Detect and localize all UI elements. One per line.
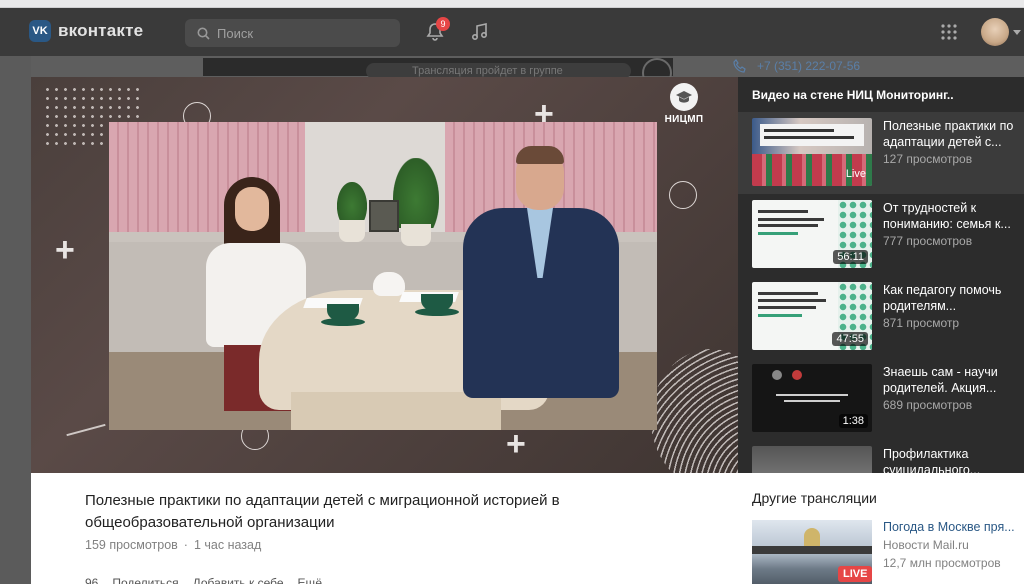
playlist-item-title[interactable]: Полезные практики по адаптации детей с..… bbox=[883, 118, 1021, 150]
playlist-item-title[interactable]: От трудностей к пониманию: семья к... bbox=[883, 200, 1021, 232]
decorative-line bbox=[66, 423, 106, 437]
playlist-item[interactable]: Профилактика суицидального... bbox=[738, 440, 1024, 473]
video-thumbnail[interactable]: 47:55 bbox=[752, 282, 872, 350]
vk-logo-text: вконтакте bbox=[58, 21, 144, 40]
search-icon bbox=[197, 27, 210, 40]
phone-number[interactable]: +7 (351) 222-07-56 bbox=[757, 59, 860, 73]
playlist-title[interactable]: Видео на стене НИЦ Мониторинг.. bbox=[752, 88, 954, 102]
decorative-plus: + bbox=[506, 425, 526, 463]
playlist-item-title[interactable]: Профилактика суицидального... bbox=[883, 446, 1021, 473]
nicmp-brand: НИЦМП bbox=[659, 83, 709, 135]
stream-thumbnail[interactable]: LIVE bbox=[752, 520, 872, 584]
plant-pot bbox=[401, 224, 431, 246]
decorative-arcs bbox=[651, 349, 738, 473]
page-background bbox=[0, 56, 31, 584]
picture-frame bbox=[369, 200, 399, 232]
video-player[interactable]: + + + НИЦМП bbox=[31, 77, 738, 473]
playlist-item-views: 777 просмотров bbox=[883, 234, 973, 248]
vk-logo[interactable]: VK вконтакте bbox=[29, 20, 143, 42]
playlist-item[interactable]: 1:38 Знаешь сам - научи родителей. Акция… bbox=[738, 358, 1024, 440]
video-duration: 56:11 bbox=[833, 250, 868, 264]
playlist-item[interactable]: 47:55 Как педагогу помочь родителям... 8… bbox=[738, 276, 1024, 358]
like-button[interactable]: 96 bbox=[85, 576, 98, 584]
decorative-ring bbox=[669, 181, 697, 209]
plant bbox=[337, 182, 367, 222]
stream-views: 12,7 млн просмотров bbox=[883, 556, 1001, 570]
teapot bbox=[373, 272, 405, 296]
video-duration: 47:55 bbox=[832, 332, 868, 346]
plant bbox=[393, 158, 439, 228]
chevron-down-icon[interactable] bbox=[1013, 30, 1021, 35]
video-thumbnail[interactable]: Live bbox=[752, 118, 872, 186]
video-thumbnail[interactable]: 1:38 bbox=[752, 364, 872, 432]
decorative-plus: + bbox=[55, 231, 75, 269]
other-streams-title: Другие трансляции bbox=[752, 490, 877, 506]
live-label: Live bbox=[845, 168, 866, 180]
stream-source[interactable]: Новости Mail.ru bbox=[883, 538, 969, 552]
video-playlist: Видео на стене НИЦ Мониторинг.. Live Пол… bbox=[738, 77, 1024, 473]
share-button[interactable]: Поделиться bbox=[112, 576, 178, 584]
video-info: Полезные практики по адаптации детей с м… bbox=[31, 473, 738, 584]
vk-logo-icon: VK bbox=[29, 20, 51, 42]
notification-badge: 9 bbox=[436, 17, 450, 31]
video-duration: 1:38 bbox=[838, 414, 868, 428]
video-thumbnail[interactable] bbox=[752, 446, 872, 473]
background-phone: +7 (351) 222-07-56 bbox=[733, 59, 860, 73]
video-thumbnail[interactable]: 56:11 bbox=[752, 200, 872, 268]
playlist-item-title[interactable]: Знаешь сам - научи родителей. Акция... bbox=[883, 364, 1021, 396]
browser-strip bbox=[0, 0, 1024, 8]
cup bbox=[421, 294, 453, 310]
playlist-item-views: 127 просмотров bbox=[883, 152, 973, 166]
video-meta: 159 просмотров · 1 час назад bbox=[85, 538, 261, 552]
video-actions: 96 Поделиться Добавить к себе Ещё bbox=[85, 576, 322, 584]
speaker-man bbox=[461, 146, 621, 430]
video-frame bbox=[109, 122, 657, 430]
apps-grid-icon[interactable] bbox=[940, 23, 958, 41]
video-time: 1 час назад bbox=[193, 538, 262, 552]
playlist-item[interactable]: Live Полезные практики по адаптации дете… bbox=[738, 112, 1024, 194]
cup bbox=[327, 304, 359, 320]
user-avatar[interactable] bbox=[981, 18, 1009, 46]
graduation-cap-icon bbox=[670, 83, 698, 111]
video-views: 159 просмотров bbox=[85, 538, 178, 552]
top-header: VK вконтакте 9 bbox=[0, 8, 1024, 56]
search-input[interactable] bbox=[217, 25, 387, 41]
plant-pot bbox=[339, 220, 365, 242]
playlist-item-title[interactable]: Как педагогу помочь родителям... bbox=[883, 282, 1021, 314]
live-badge: LIVE bbox=[838, 566, 872, 582]
phone-icon bbox=[733, 59, 746, 73]
search-box[interactable] bbox=[185, 19, 400, 47]
add-to-mine-button[interactable]: Добавить к себе bbox=[193, 576, 284, 584]
other-streams: Другие трансляции LIVE Погода в Москве п… bbox=[738, 473, 1024, 584]
stream-title[interactable]: Погода в Москве пря... bbox=[883, 520, 1021, 534]
video-title: Полезные практики по адаптации детей с м… bbox=[85, 492, 560, 531]
playlist-item-views: 689 просмотров bbox=[883, 398, 973, 412]
playlist-item-views: 871 просмотр bbox=[883, 316, 960, 330]
brand-label: НИЦМП bbox=[664, 114, 704, 125]
more-button[interactable]: Ещё bbox=[298, 576, 323, 584]
playlist-item[interactable]: 56:11 От трудностей к пониманию: семья к… bbox=[738, 194, 1024, 276]
music-icon[interactable] bbox=[470, 22, 490, 42]
meta-separator: · bbox=[183, 538, 188, 552]
